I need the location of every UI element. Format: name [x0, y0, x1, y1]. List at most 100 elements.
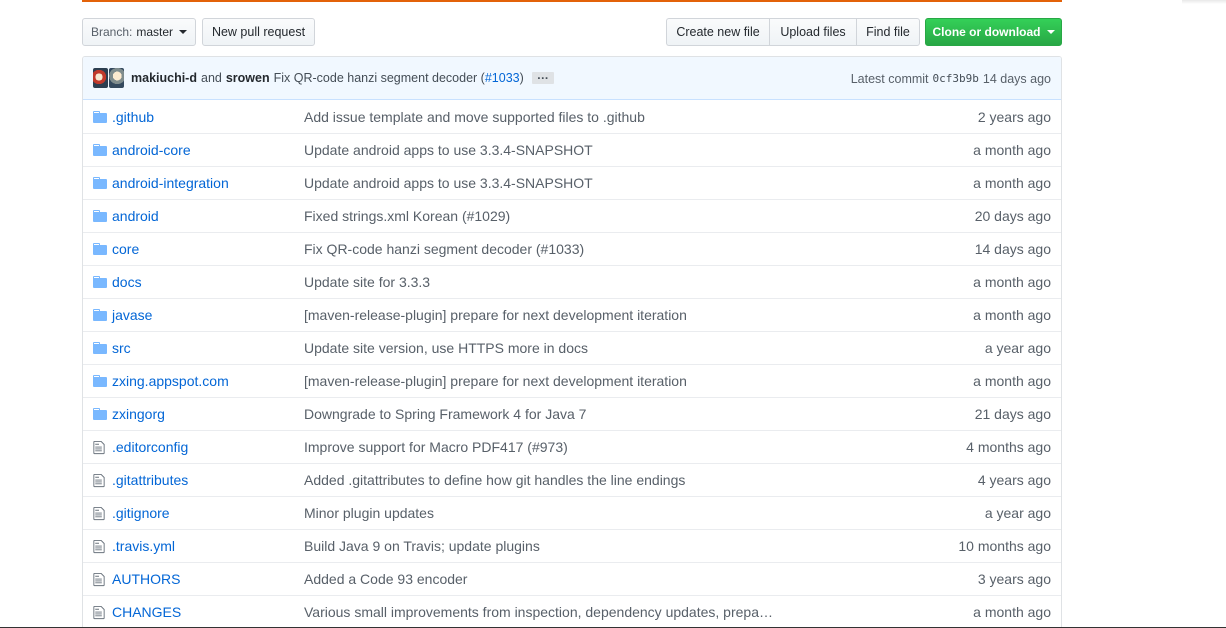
folder-icon: [93, 241, 107, 257]
file-name-link[interactable]: .gitattributes: [112, 472, 188, 488]
folder-icon: [93, 406, 107, 422]
file-name-link[interactable]: zxing.appspot.com: [112, 373, 229, 389]
commit-sha[interactable]: 0cf3b9b: [933, 72, 979, 85]
latest-commit-info: Latest commit 0cf3b9b 14 days ago: [851, 57, 1051, 100]
file-icon: [93, 439, 107, 455]
commit-message-link[interactable]: Add issue template and move supported fi…: [304, 109, 645, 125]
commit-message-link[interactable]: Build Java 9 on Travis; update plugins: [304, 538, 540, 554]
file-row[interactable]: android-core Update android apps to use 3…: [83, 133, 1061, 166]
commit-message-link[interactable]: Update site version, use HTTPS more in d…: [304, 340, 588, 356]
folder-icon: [93, 109, 107, 125]
commit-age: a month ago: [973, 373, 1051, 389]
file-table: makiuchi-d and srowen Fix QR-code hanzi …: [82, 56, 1062, 628]
file-row[interactable]: android-integration Update android apps t…: [83, 166, 1061, 199]
commit-message-link[interactable]: Minor plugin updates: [304, 505, 434, 521]
commit-age: 2 years ago: [977, 108, 1051, 125]
commit-message-link[interactable]: Fix QR-code hanzi segment decoder (#1033…: [304, 241, 584, 257]
file-list: .github Add issue template and move suppo…: [83, 100, 1061, 628]
file-name-link[interactable]: core: [112, 241, 139, 257]
file-name-link[interactable]: javase: [112, 307, 152, 323]
commit-message-link[interactable]: Update android apps to use 3.3.4-SNAPSHO…: [304, 142, 593, 158]
file-row[interactable]: zxing.appspot.com [maven-release-plugin] …: [83, 364, 1061, 397]
author-avatars[interactable]: [93, 68, 124, 88]
commit-pr-link[interactable]: #1033: [485, 71, 520, 85]
folder-icon: [93, 175, 107, 191]
caret-down-icon: [1046, 30, 1055, 34]
commit-age: 3 years ago: [977, 571, 1051, 587]
top-accent-bar: [82, 0, 1062, 2]
file-name-link[interactable]: .editorconfig: [112, 439, 188, 455]
commit-message-link[interactable]: Improve support for Macro PDF417 (#973): [304, 439, 568, 455]
commit-age: a month ago: [973, 604, 1051, 620]
file-name-link[interactable]: android-core: [112, 142, 191, 158]
file-name-link[interactable]: android-integration: [112, 175, 229, 191]
file-row[interactable]: src Update site version, use HTTPS more i…: [83, 331, 1061, 364]
latest-commit-bar: makiuchi-d and srowen Fix QR-code hanzi …: [83, 57, 1061, 100]
commit-message-link[interactable]: [maven-release-plugin] prepare for next …: [304, 373, 687, 389]
folder-icon: [93, 274, 107, 290]
commit-age: 10 months ago: [958, 538, 1051, 554]
find-file-button[interactable]: Find file: [856, 18, 920, 46]
file-row[interactable]: CHANGES Various small improvements from i…: [83, 595, 1061, 628]
commit-message-link[interactable]: Downgrade to Spring Framework 4 for Java…: [304, 406, 586, 422]
create-new-file-button[interactable]: Create new file: [666, 18, 769, 46]
expand-commit-button[interactable]: …: [531, 69, 554, 84]
branch-select-button[interactable]: Branch: master: [82, 18, 196, 46]
commit-message-link[interactable]: Fixed strings.xml Korean (#1029): [304, 208, 510, 224]
commit-message-suffix: ): [519, 71, 524, 85]
file-row[interactable]: .editorconfig Improve support for Macro P…: [83, 430, 1061, 463]
commit-and: and: [201, 71, 222, 85]
corner-shadow: [1182, 0, 1226, 4]
commit-age: 20 days ago: [974, 208, 1051, 224]
commit-message-link[interactable]: Added a Code 93 encoder: [304, 571, 467, 587]
commit-author-1[interactable]: makiuchi-d: [131, 71, 197, 85]
commit-message-link[interactable]: Update android apps to use 3.3.4-SNAPSHO…: [304, 175, 593, 191]
commit-age: a month ago: [973, 274, 1051, 290]
file-name-link[interactable]: AUTHORS: [112, 571, 180, 587]
upload-files-button[interactable]: Upload files: [769, 18, 856, 46]
latest-commit-label: Latest commit: [850, 71, 929, 86]
commit-message-link[interactable]: [maven-release-plugin] prepare for next …: [304, 307, 687, 323]
commit-message-link[interactable]: Added .gitattributes to define how git h…: [304, 472, 685, 488]
file-icon: [93, 538, 107, 554]
folder-icon: [93, 208, 107, 224]
caret-down-icon: [179, 30, 188, 34]
file-name-link[interactable]: docs: [112, 274, 142, 290]
file-row[interactable]: javase [maven-release-plugin] prepare for…: [83, 298, 1061, 331]
commit-author-2[interactable]: srowen: [226, 71, 270, 85]
file-row[interactable]: .travis.yml Build Java 9 on Travis; updat…: [83, 529, 1061, 562]
file-row[interactable]: .github Add issue template and move suppo…: [83, 100, 1061, 133]
commit-age: a month ago: [973, 142, 1051, 158]
file-row[interactable]: .gitignore Minor plugin updates a year ago: [83, 496, 1061, 529]
commit-message-link[interactable]: Update site for 3.3.3: [304, 274, 430, 290]
commit-message-prefix: Fix QR-code hanzi segment decoder (: [273, 71, 485, 85]
avatar[interactable]: [109, 68, 124, 88]
file-name-link[interactable]: .gitignore: [112, 505, 170, 521]
new-pull-request-button[interactable]: New pull request: [202, 18, 315, 46]
file-name-link[interactable]: .github: [112, 109, 154, 125]
file-icon: [93, 571, 107, 587]
commit-age: 4 months ago: [966, 439, 1051, 455]
avatar[interactable]: [93, 68, 108, 88]
file-row[interactable]: android Fixed strings.xml Korean (#1029) 2…: [83, 199, 1061, 232]
commit-message[interactable]: Fix QR-code hanzi segment decoder (#1033…: [274, 71, 524, 85]
file-row[interactable]: core Fix QR-code hanzi segment decoder (#…: [83, 232, 1061, 265]
file-icon: [93, 472, 107, 488]
file-row[interactable]: .gitattributes Added .gitattributes to de…: [83, 463, 1061, 496]
commit-age: a month ago: [973, 175, 1051, 191]
file-name-link[interactable]: src: [112, 340, 131, 356]
branch-label: Branch:: [90, 25, 133, 39]
file-icon: [93, 604, 107, 620]
commit-age: a year ago: [984, 340, 1051, 356]
commit-message-link[interactable]: Various small improvements from inspecti…: [304, 604, 773, 620]
file-row[interactable]: AUTHORS Added a Code 93 encoder 3 years ag…: [83, 562, 1061, 595]
file-row[interactable]: docs Update site for 3.3.3 a month ago: [83, 265, 1061, 298]
file-row[interactable]: zxingorg Downgrade to Spring Framework 4 …: [83, 397, 1061, 430]
commit-age: a month ago: [973, 307, 1051, 323]
clone-or-download-button[interactable]: Clone or download: [925, 18, 1062, 46]
file-name-link[interactable]: android: [112, 208, 159, 224]
file-name-link[interactable]: zxingorg: [112, 406, 165, 422]
file-name-link[interactable]: CHANGES: [112, 604, 181, 620]
file-name-link[interactable]: .travis.yml: [112, 538, 175, 554]
branch-value: master: [136, 25, 174, 39]
